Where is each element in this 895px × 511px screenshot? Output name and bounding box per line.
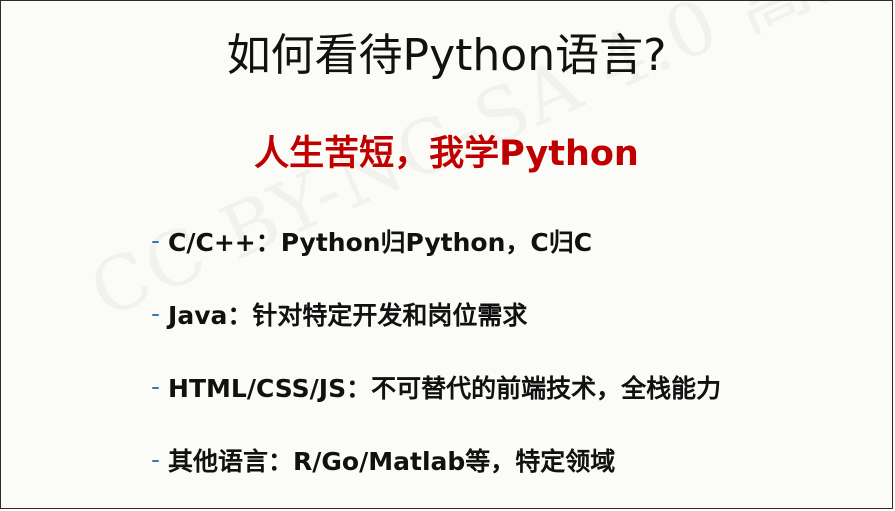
bullet-text: C/C++：Python归Python，C归C xyxy=(168,227,593,257)
bullet-item-web: - HTML/CSS/JS：不可替代的前端技术，全栈能力 xyxy=(151,350,721,423)
bullet-marker: - xyxy=(151,299,161,328)
bullet-text: Java：针对特定开发和岗位需求 xyxy=(168,300,528,330)
bullet-marker: - xyxy=(151,372,161,401)
bullet-list: - C/C++：Python归Python，C归C - Java：针对特定开发和… xyxy=(151,204,721,496)
bullet-marker: - xyxy=(151,226,161,255)
slide-subtitle: 人生苦短，我学Python xyxy=(254,134,639,174)
bullet-item-other-languages: - 其他语言：R/Go/Matlab等，特定领域 xyxy=(151,423,721,496)
bullet-text: HTML/CSS/JS：不可替代的前端技术，全栈能力 xyxy=(168,373,722,403)
bullet-text: 其他语言：R/Go/Matlab等，特定领域 xyxy=(168,446,616,476)
bullet-item-java: - Java：针对特定开发和岗位需求 xyxy=(151,277,721,350)
slide-title: 如何看待Python语言? xyxy=(226,30,667,81)
bullet-marker: - xyxy=(151,445,161,474)
bullet-item-c-cpp: - C/C++：Python归Python，C归C xyxy=(151,204,721,277)
slide: CC BY-NC-SA 4.0 嵩天 如何看待Python语言? 人生苦短，我学… xyxy=(0,0,893,509)
